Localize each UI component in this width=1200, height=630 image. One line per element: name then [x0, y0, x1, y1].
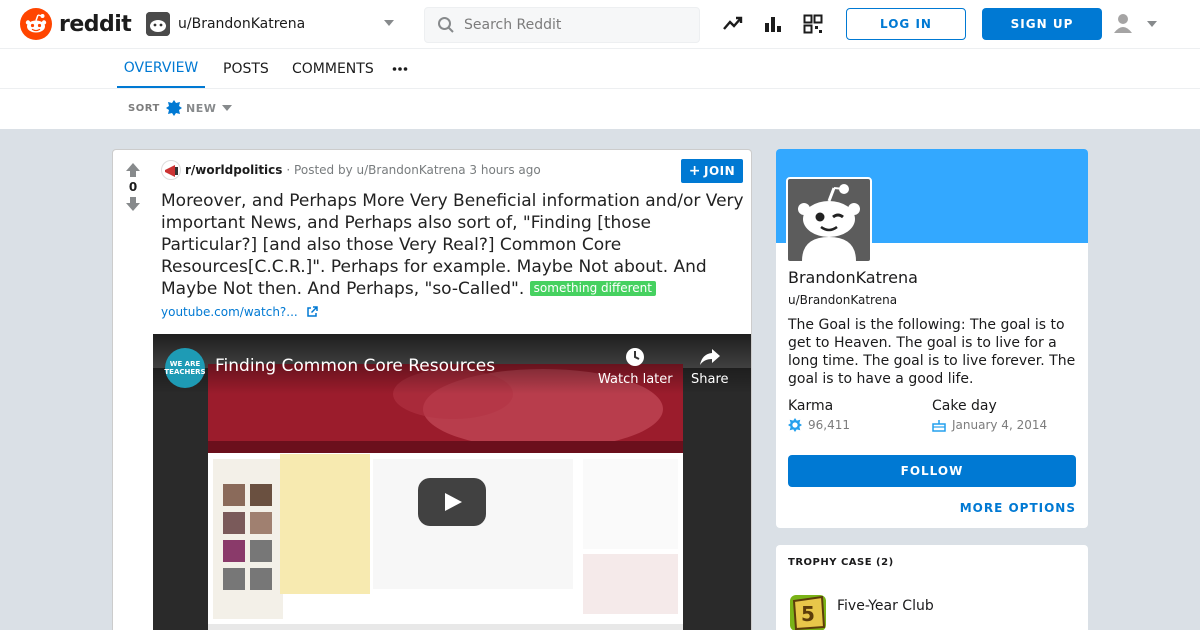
downvote-icon[interactable]	[125, 196, 141, 212]
profile-display-name: BrandonKatrena	[788, 268, 918, 287]
post-meta: r/worldpolitics · Posted by u/BrandonKat…	[161, 160, 541, 180]
profile-bio: The Goal is the following: The goal is t…	[788, 317, 1076, 387]
cake-day-label: Cake day	[932, 398, 997, 414]
chevron-down-icon	[1147, 21, 1157, 27]
profile-tabs: OVERVIEW POSTS COMMENTS	[0, 49, 1200, 89]
sign-up-button[interactable]: SIGN UP	[982, 8, 1102, 40]
karma-value: 96,411	[808, 418, 850, 432]
chevron-down-icon	[384, 20, 394, 26]
current-user-label: u/BrandonKatrena	[178, 16, 306, 32]
profile-handle: u/BrandonKatrena	[788, 293, 898, 307]
trophy-case: TROPHY CASE (2) 5 Five-Year Club	[776, 545, 1088, 630]
user-avatar-icon	[146, 12, 170, 36]
new-sort-icon	[166, 100, 182, 116]
cake-icon	[932, 420, 946, 432]
person-icon	[1114, 14, 1132, 33]
plus-icon: +	[688, 163, 702, 179]
reddit-snoo-icon	[20, 8, 52, 40]
five-year-club-icon: 5	[790, 595, 826, 630]
trophy-name: Five-Year Club	[837, 598, 934, 614]
vote-column: 0	[113, 150, 153, 630]
sort-bar: SORT NEW	[0, 89, 1200, 129]
reddit-logo[interactable]: reddit	[20, 8, 132, 40]
cake-day-value-row: January 4, 2014	[932, 418, 1047, 432]
watch-later-button[interactable]: Watch later	[598, 346, 673, 387]
log-in-button[interactable]: LOG IN	[846, 8, 966, 40]
community-switcher[interactable]: u/BrandonKatrena	[146, 8, 406, 40]
external-link-text: youtube.com/watch?...	[161, 305, 298, 319]
leaderboard-icon[interactable]	[762, 13, 784, 35]
search-bar[interactable]	[424, 7, 700, 43]
post-title-text: Moreover, and Perhaps More Very Benefici…	[161, 191, 744, 299]
search-icon	[438, 17, 454, 33]
subreddit-icon[interactable]	[161, 160, 181, 180]
karma-label: Karma	[788, 398, 834, 414]
karma-value-row: 96,411	[788, 418, 850, 432]
join-label: JOIN	[704, 164, 736, 178]
external-link[interactable]: youtube.com/watch?...	[161, 305, 318, 319]
more-icon	[392, 66, 408, 71]
upvote-icon[interactable]	[125, 162, 141, 178]
cake-day-value: January 4, 2014	[952, 418, 1048, 432]
karma-icon	[788, 418, 802, 432]
share-label: Share	[691, 372, 729, 387]
post-flair[interactable]: something different	[529, 281, 656, 296]
clock-icon	[626, 348, 645, 366]
watch-later-label: Watch later	[598, 372, 673, 387]
post-title[interactable]: Moreover, and Perhaps More Very Benefici…	[161, 190, 746, 300]
top-header: reddit u/BrandonKatrena Search Reddit LO…	[0, 0, 1200, 49]
tab-comments[interactable]: COMMENTS	[292, 49, 374, 88]
vote-count: 0	[128, 180, 138, 194]
video-title[interactable]: Finding Common Core Resources	[215, 356, 495, 376]
follow-button[interactable]: FOLLOW	[788, 455, 1076, 487]
topics-icon[interactable]	[802, 13, 824, 35]
join-button[interactable]: + JOIN	[681, 159, 743, 183]
sort-dropdown[interactable]: NEW	[166, 100, 233, 116]
more-tabs-button[interactable]	[392, 49, 408, 88]
share-button[interactable]: Share	[691, 346, 729, 387]
chevron-down-icon	[222, 105, 233, 111]
video-embed[interactable]: WE ARE TEACHERS Finding Common Core Reso…	[153, 334, 751, 630]
posted-by-text: · Posted by u/BrandonKatrena 3 hours ago	[286, 163, 541, 177]
more-options-link[interactable]: MORE OPTIONS	[960, 501, 1076, 515]
svg-text:5: 5	[801, 602, 815, 626]
tab-posts[interactable]: POSTS	[223, 49, 269, 88]
reddit-wordmark: reddit	[59, 11, 132, 37]
subreddit-link[interactable]: r/worldpolitics	[185, 163, 282, 177]
profile-card: BrandonKatrena u/BrandonKatrena The Goal…	[776, 149, 1088, 528]
trophy-case-title: TROPHY CASE (2)	[788, 557, 894, 568]
user-menu-dropdown[interactable]	[1112, 12, 1162, 36]
tab-overview[interactable]: OVERVIEW	[117, 49, 205, 88]
share-icon	[699, 349, 720, 365]
trending-icon[interactable]	[722, 13, 744, 35]
profile-avatar	[786, 177, 872, 263]
external-link-icon	[306, 306, 318, 317]
sort-value-label: NEW	[186, 101, 217, 115]
search-input[interactable]	[464, 17, 684, 33]
channel-avatar[interactable]: WE ARE TEACHERS	[164, 348, 206, 388]
post-card[interactable]: 0 r/worldpolitics · Posted by u/BrandonK…	[112, 149, 752, 630]
sort-label: SORT	[128, 103, 160, 114]
play-button[interactable]	[418, 478, 486, 526]
